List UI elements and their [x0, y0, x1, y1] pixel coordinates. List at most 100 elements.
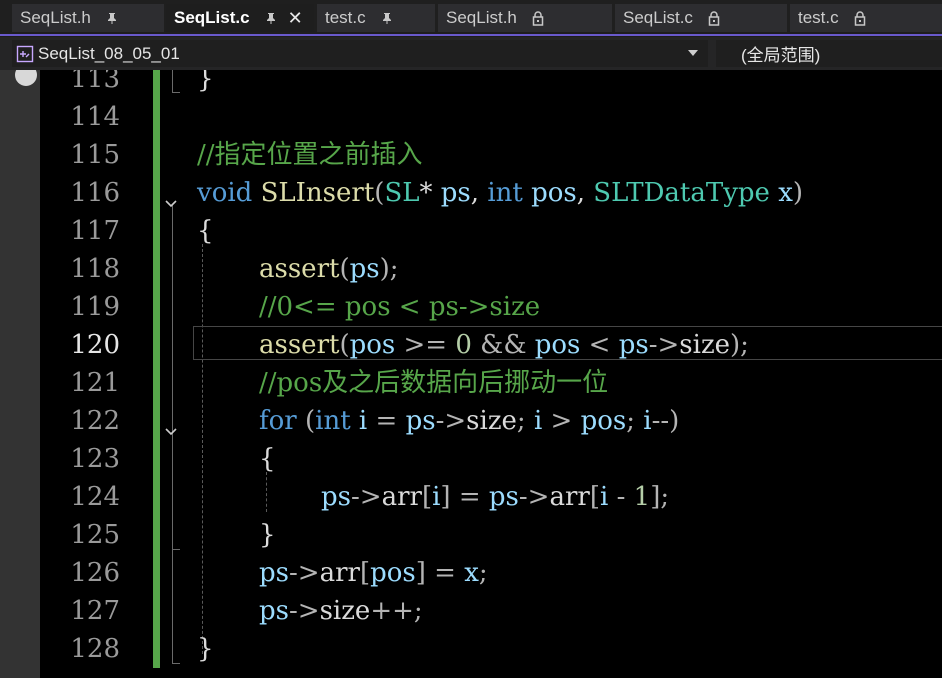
project-dropdown[interactable]: SeqList_08_05_01	[12, 40, 708, 67]
code-token: ] =	[415, 558, 465, 588]
chevron-down-icon[interactable]	[163, 185, 179, 208]
line-text[interactable]: //指定位置之前插入	[197, 136, 423, 174]
line-number: 119	[70, 292, 120, 322]
code-token: )	[792, 178, 804, 208]
code-token: [	[421, 482, 433, 512]
line-text[interactable]: //pos及之后数据向后挪动一位	[259, 364, 608, 402]
code-line: 118 assert(ps);	[0, 250, 942, 288]
line-text[interactable]: ps->arr[pos] = x;	[259, 554, 488, 592]
code-token: ps	[618, 330, 649, 360]
chevron-down-icon[interactable]	[688, 50, 698, 56]
code-token: ];	[650, 482, 670, 512]
line-text[interactable]: void SLInsert(SL* ps, int pos, SLTDataTy…	[197, 174, 803, 212]
tab-label: SeqList.c	[623, 8, 693, 27]
code-token: 0	[455, 330, 472, 360]
pin-icon[interactable]	[105, 11, 119, 25]
line-number: 126	[70, 558, 120, 588]
code-line: 117 {	[0, 212, 942, 250]
chevron-down-icon[interactable]	[163, 413, 179, 436]
close-icon[interactable]: ✕	[288, 8, 303, 29]
line-number: 123	[70, 444, 120, 474]
code-token: ps	[488, 482, 519, 512]
code-token: i	[643, 406, 652, 436]
code-token: ;	[626, 406, 644, 436]
code-token: ->	[648, 330, 680, 360]
code-token: ;	[516, 406, 534, 436]
pin-icon[interactable]	[264, 11, 278, 25]
tab-test-c-pinned[interactable]: test.c	[317, 4, 435, 32]
code-line: 126 ps->arr[pos] = x;	[0, 554, 942, 592]
code-token: pos	[349, 330, 396, 360]
document-tab-strip: SeqList.h SeqList.c ✕ test.c SeqList.h S…	[0, 0, 942, 36]
line-text[interactable]: assert(pos >= 0 && pos < ps->size);	[259, 326, 749, 364]
tab-seqlist-c-active[interactable]: SeqList.c ✕	[166, 4, 314, 32]
code-token: ->	[518, 482, 550, 512]
line-text[interactable]: }	[197, 70, 214, 98]
tab-seqlist-h-pinned[interactable]: SeqList.h	[12, 4, 164, 32]
line-text[interactable]: //0<= pos < ps->size	[259, 288, 540, 326]
code-line: 124 ps->arr[i] = ps->arr[i - 1];	[0, 478, 942, 516]
code-token: assert	[259, 254, 340, 284]
code-token: (	[374, 178, 385, 208]
tab-seqlist-c-readonly[interactable]: SeqList.c	[615, 4, 787, 32]
tab-seqlist-h-readonly[interactable]: SeqList.h	[438, 4, 612, 32]
line-text[interactable]: }	[259, 516, 276, 554]
code-token: pos	[580, 406, 627, 436]
code-token: pos	[370, 558, 416, 588]
tab-label: SeqList.h	[446, 8, 517, 27]
line-text[interactable]: {	[197, 212, 214, 250]
code-line: 115 //指定位置之前插入	[0, 136, 942, 174]
scope-dropdown[interactable]: (全局范围)	[716, 40, 942, 67]
line-text[interactable]: ps->size++;	[259, 592, 423, 630]
tab-test-c-readonly[interactable]: test.c	[790, 4, 942, 32]
tab-label: test.c	[798, 8, 839, 27]
code-line: 114	[0, 98, 942, 136]
code-token: ;	[478, 558, 488, 588]
line-text[interactable]: {	[259, 440, 276, 478]
code-token: --)	[651, 406, 680, 436]
pin-icon[interactable]	[380, 11, 394, 25]
navigation-bar: SeqList_08_05_01 (全局范围)	[0, 37, 942, 70]
code-token: ps	[259, 558, 289, 588]
code-token: int	[315, 406, 351, 436]
code-token: ps	[259, 596, 289, 626]
code-token: arr	[381, 482, 422, 512]
code-token: ->	[289, 558, 320, 588]
code-token: int	[487, 178, 523, 208]
line-number: 118	[70, 254, 120, 284]
code-token: SLInsert	[260, 178, 375, 208]
line-text[interactable]: ps->arr[i] = ps->arr[i - 1];	[321, 478, 669, 516]
code-token: i	[358, 406, 368, 436]
code-token: SL	[384, 178, 420, 208]
code-token: ->	[435, 406, 467, 436]
line-text[interactable]: for (int i = ps->size; i > pos; i--)	[259, 402, 679, 440]
code-token: ->	[289, 596, 320, 626]
code-token: ++;	[370, 596, 423, 626]
code-token: >=	[395, 330, 456, 360]
code-token: ,	[576, 178, 594, 208]
code-token: *	[419, 178, 441, 208]
line-number: 127	[70, 596, 120, 626]
code-token: >	[542, 406, 581, 436]
code-token: ps	[440, 178, 471, 208]
line-number: 117	[70, 216, 120, 246]
project-icon	[16, 45, 34, 63]
code-editor[interactable]: 113 } 114 115 //指定位置之前插入 116 void SLInse…	[0, 70, 942, 678]
line-number: 121	[70, 368, 120, 398]
line-number: 122	[70, 406, 120, 436]
code-line: 123 {	[0, 440, 942, 478]
code-token: &&	[471, 330, 535, 360]
code-token: [	[589, 482, 600, 512]
code-token: size	[319, 596, 371, 626]
line-text[interactable]: assert(ps);	[259, 250, 399, 288]
line-text[interactable]: }	[197, 630, 214, 668]
lock-icon	[853, 10, 867, 26]
line-number: 116	[70, 178, 120, 208]
code-token: pos	[531, 178, 577, 208]
project-name: SeqList_08_05_01	[38, 43, 180, 63]
code-token: arr	[319, 558, 360, 588]
code-line: 125 }	[0, 516, 942, 554]
